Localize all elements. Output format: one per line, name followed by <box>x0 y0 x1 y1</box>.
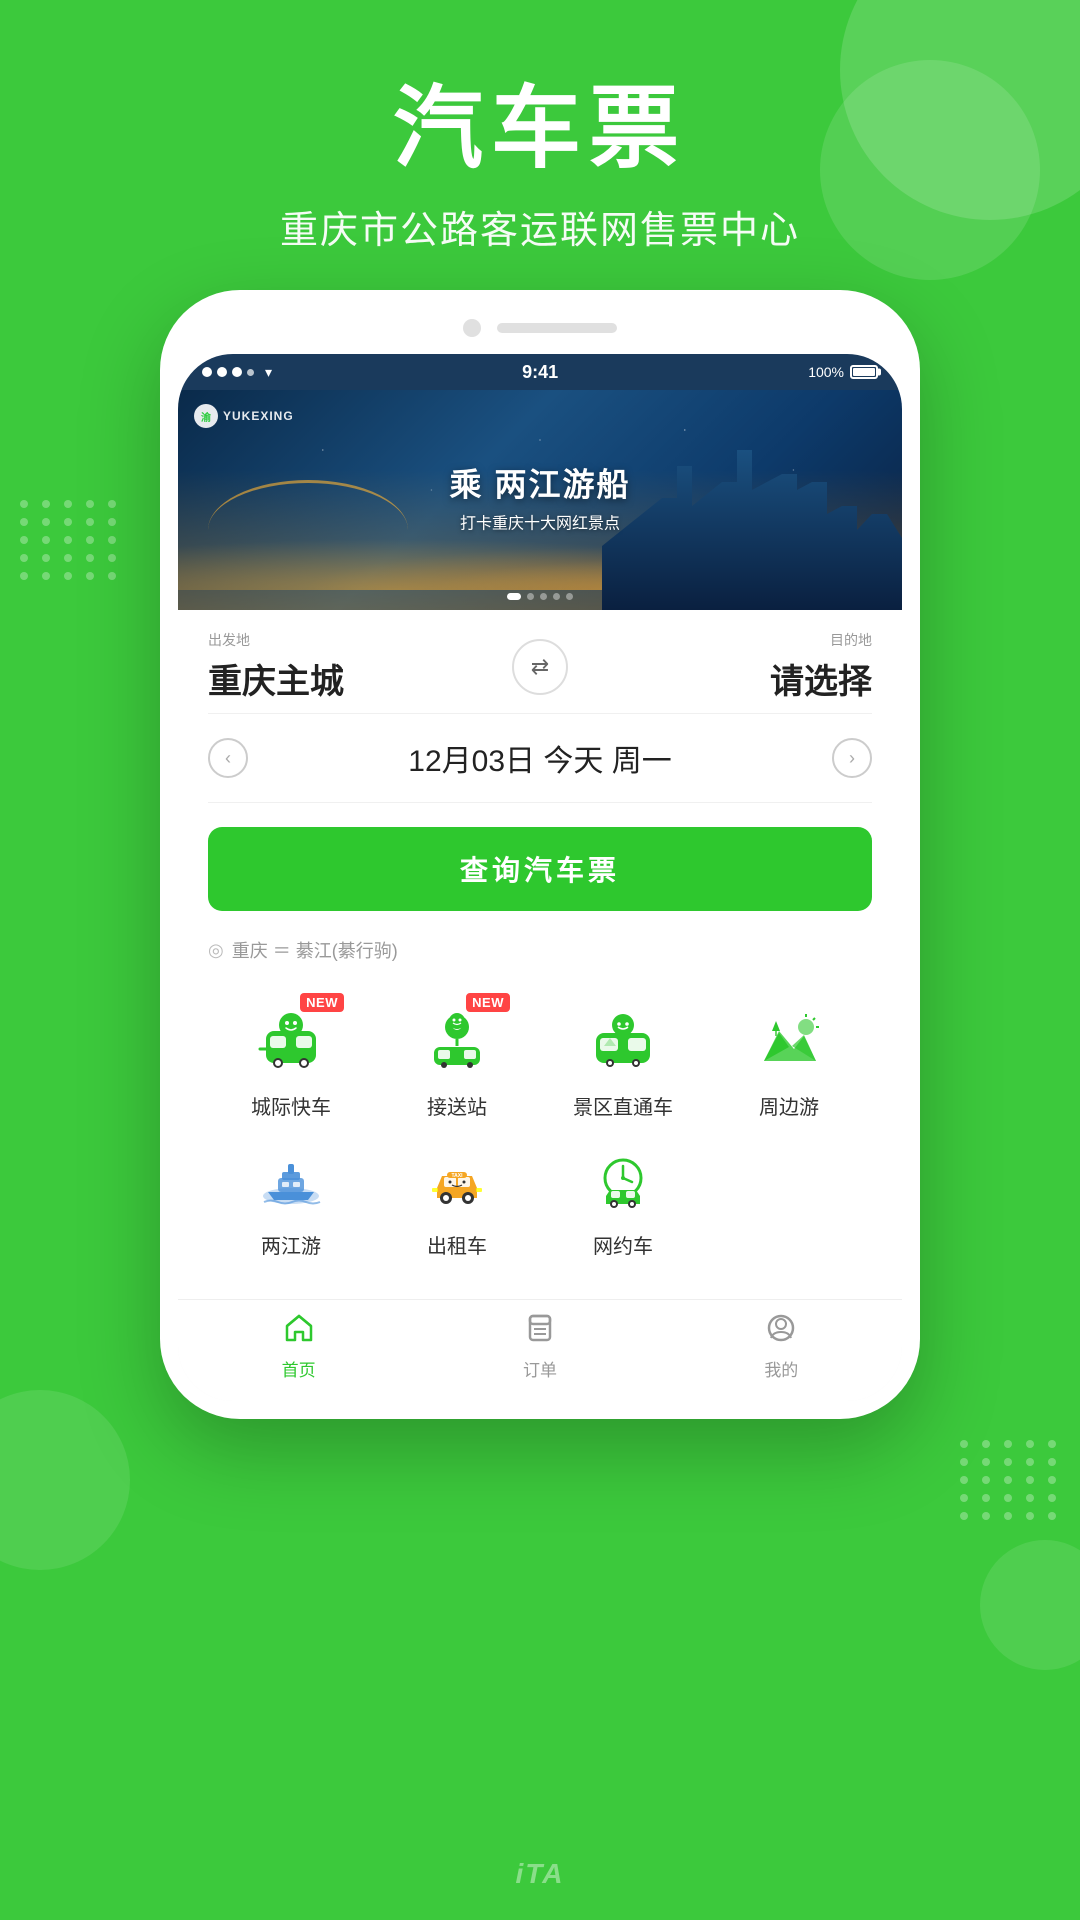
battery-icon <box>850 365 878 379</box>
banner-dot-2 <box>527 593 534 600</box>
switch-icon: ⇄ <box>531 654 549 680</box>
dots-decoration-right <box>960 1440 1060 1520</box>
service-river-tour[interactable]: 两江游 <box>221 1140 361 1259</box>
date-display: 12月03日 今天 周一 <box>408 736 671 780</box>
pickup-station-icon-wrap: NEW <box>412 1001 502 1081</box>
banner-dot-5 <box>566 593 573 600</box>
bottom-nav: 首页 订单 <box>178 1299 902 1401</box>
phone-mockup: ▾ 9:41 100% 渝 <box>160 290 920 1419</box>
search-button[interactable]: 查询汽车票 <box>208 827 872 911</box>
banner-logo: 渝 YUKEXING <box>194 404 294 428</box>
river-tour-label: 两江游 <box>261 1230 321 1259</box>
watermark: iTA <box>515 1858 564 1890</box>
nearby-tour-icon-wrap <box>744 1001 834 1081</box>
orders-icon <box>524 1312 556 1352</box>
taxi-icon: TAXI <box>422 1150 492 1210</box>
new-badge-city-express: NEW <box>300 993 344 1012</box>
pickup-station-icon <box>422 1011 492 1071</box>
signal-dot-2 <box>217 367 227 377</box>
from-label: 出发地 <box>208 630 496 650</box>
orders-label: 订单 <box>523 1356 557 1381</box>
nearby-tour-label: 周边游 <box>759 1091 819 1120</box>
date-section[interactable]: ‹ 12月03日 今天 周一 › <box>208 714 872 803</box>
banner-pagination <box>507 593 573 600</box>
recent-route[interactable]: ◎ 重庆 ＝ 綦江(綦行驹) <box>208 927 872 981</box>
scenic-direct-icon-wrap <box>578 1001 668 1081</box>
dots-decoration-left <box>20 500 120 580</box>
status-bar: ▾ 9:41 100% <box>178 354 902 390</box>
services-section: NEW <box>178 981 902 1299</box>
banner-text: 乘 两江游船 打卡重庆十大网红景点 <box>450 459 631 533</box>
nav-profile[interactable]: 我的 <box>662 1312 901 1381</box>
service-pickup-station[interactable]: NEW <box>387 1001 527 1120</box>
city-express-icon <box>256 1011 326 1071</box>
to-label: 目的地 <box>584 630 872 650</box>
banner-logo-icon: 渝 <box>194 404 218 428</box>
to-block[interactable]: 目的地 请选择 <box>584 630 872 703</box>
app-main-title: 汽车票 <box>0 80 1080 179</box>
wifi-icon: ▾ <box>265 364 272 381</box>
from-city[interactable]: 重庆主城 <box>208 654 496 703</box>
content-area: 出发地 重庆主城 ⇄ 目的地 请选择 ‹ 12月03日 今天 周一 › <box>178 610 902 981</box>
status-right: 100% <box>808 364 878 380</box>
header-section: 汽车票 重庆市公路客运联网售票中心 <box>0 0 1080 254</box>
home-icon <box>283 1312 315 1352</box>
recent-route-text: 重庆 ＝ 綦江(綦行驹) <box>232 937 398 963</box>
taxi-label: 出租车 <box>427 1230 487 1259</box>
signal-dot-4 <box>247 369 254 376</box>
nav-orders[interactable]: 订单 <box>421 1312 660 1381</box>
battery-fill <box>853 368 875 376</box>
signal-dot-3 <box>232 367 242 377</box>
from-block[interactable]: 出发地 重庆主城 <box>208 630 496 703</box>
banner-dot-4 <box>553 593 560 600</box>
status-time: 9:41 <box>522 362 558 383</box>
signal-dots: ▾ <box>202 364 272 381</box>
river-tour-icon-wrap <box>246 1140 336 1220</box>
home-label: 首页 <box>282 1356 316 1381</box>
city-express-icon-wrap: NEW <box>246 1001 336 1081</box>
services-row-1: NEW <box>208 1001 872 1120</box>
scenic-direct-icon <box>588 1011 658 1071</box>
battery-percent: 100% <box>808 364 844 380</box>
rideshare-icon <box>588 1150 658 1210</box>
pin-icon: ◎ <box>208 940 224 961</box>
banner-dot-3 <box>540 593 547 600</box>
svg-text:TAXI: TAXI <box>451 1173 463 1179</box>
banner-main-text: 乘 两江游船 <box>450 459 631 505</box>
scenic-direct-label: 景区直通车 <box>573 1091 673 1120</box>
service-nearby-tour[interactable]: 周边游 <box>719 1001 859 1120</box>
service-scenic-direct[interactable]: 景区直通车 <box>553 1001 693 1120</box>
services-row-2: 两江游 TAXI <box>208 1140 872 1259</box>
date-prev-button[interactable]: ‹ <box>208 738 248 778</box>
to-city[interactable]: 请选择 <box>584 654 872 703</box>
service-rideshare[interactable]: 网约车 <box>553 1140 693 1259</box>
taxi-icon-wrap: TAXI <box>412 1140 502 1220</box>
phone-top-bar <box>178 308 902 348</box>
nav-home[interactable]: 首页 <box>179 1312 418 1381</box>
rideshare-label: 网约车 <box>593 1230 653 1259</box>
service-city-express[interactable]: NEW <box>221 1001 361 1120</box>
phone-screen: ▾ 9:41 100% 渝 <box>178 354 902 1401</box>
banner-logo-text: YUKEXING <box>223 409 294 423</box>
city-express-label: 城际快车 <box>251 1091 331 1120</box>
rideshare-icon-wrap <box>578 1140 668 1220</box>
signal-dot-1 <box>202 367 212 377</box>
promo-banner[interactable]: 渝 YUKEXING 乘 两江游船 打卡重庆十大网红景点 <box>178 390 902 610</box>
phone-speaker <box>497 323 617 333</box>
pickup-station-label: 接送站 <box>427 1091 487 1120</box>
from-to-section[interactable]: 出发地 重庆主城 ⇄ 目的地 请选择 <box>208 610 872 714</box>
profile-icon <box>765 1312 797 1352</box>
switch-button[interactable]: ⇄ <box>512 639 568 695</box>
river-tour-icon <box>256 1150 326 1210</box>
banner-dot-1 <box>507 593 521 600</box>
profile-label: 我的 <box>764 1356 798 1381</box>
date-next-button[interactable]: › <box>832 738 872 778</box>
banner-sub-text: 打卡重庆十大网红景点 <box>450 509 631 533</box>
service-taxi[interactable]: TAXI <box>387 1140 527 1259</box>
new-badge-pickup: NEW <box>466 993 510 1012</box>
phone-camera <box>463 319 481 337</box>
nearby-tour-icon <box>754 1011 824 1071</box>
app-sub-title: 重庆市公路客运联网售票中心 <box>0 199 1080 254</box>
